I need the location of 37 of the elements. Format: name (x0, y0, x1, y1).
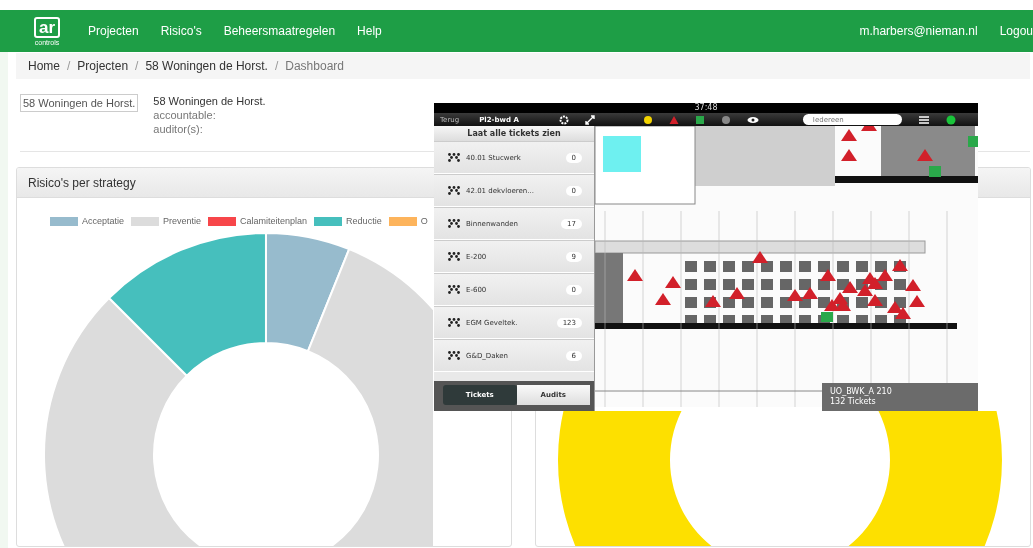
status-time: 37:48 (694, 103, 718, 113)
legend-label: O (420, 216, 428, 226)
breadcrumb-link[interactable]: 58 Woningen de Horst. (145, 59, 268, 73)
dots-cluster-icon (448, 186, 460, 195)
breadcrumb-link[interactable]: Dashboard (285, 59, 344, 73)
eye-icon[interactable] (746, 114, 759, 125)
image-alt-text: 58 Woningen de Horst. (23, 97, 136, 109)
breadcrumb-link[interactable]: Home (28, 59, 60, 73)
menu-icon[interactable] (918, 114, 930, 125)
warning-triangle-icon[interactable] (668, 114, 679, 125)
dots-cluster-icon (448, 219, 460, 228)
dots-cluster-icon (448, 153, 460, 162)
auditors-label: auditor(s): (153, 122, 204, 136)
show-all-tickets-button[interactable]: Laat alle tickets zien (434, 126, 594, 141)
expand-icon[interactable] (584, 114, 595, 125)
breadcrumb-separator: / (67, 59, 71, 73)
dot-icon[interactable] (642, 114, 653, 125)
gear-icon[interactable] (558, 114, 569, 125)
legend-label: Preventie (163, 216, 202, 226)
breadcrumb-separator: / (135, 59, 139, 73)
project-name: 58 Woningen de Horst. (153, 94, 266, 108)
legend-label: Reductie (346, 216, 382, 226)
dots-cluster-icon (448, 252, 460, 261)
sheet-ticket-count: 132 Tickets (830, 397, 877, 407)
dots-cluster-icon (448, 318, 460, 327)
sheet-name: UO_BWK_A 210 (830, 387, 893, 397)
panel-title: Risico's per strategy (28, 175, 136, 190)
circle-icon[interactable] (720, 114, 731, 125)
dots-cluster-icon (448, 351, 460, 360)
breadcrumb-link[interactable]: Projecten (77, 59, 129, 73)
dots-cluster-icon (448, 285, 460, 294)
breadcrumb-separator: / (274, 59, 279, 73)
legend-label: Acceptatie (82, 216, 125, 226)
status-dot-icon[interactable] (946, 114, 956, 125)
legend-label: Calamiteitenplan (240, 216, 308, 226)
accountable-label: accountable: (153, 108, 217, 122)
square-icon[interactable] (694, 114, 705, 125)
